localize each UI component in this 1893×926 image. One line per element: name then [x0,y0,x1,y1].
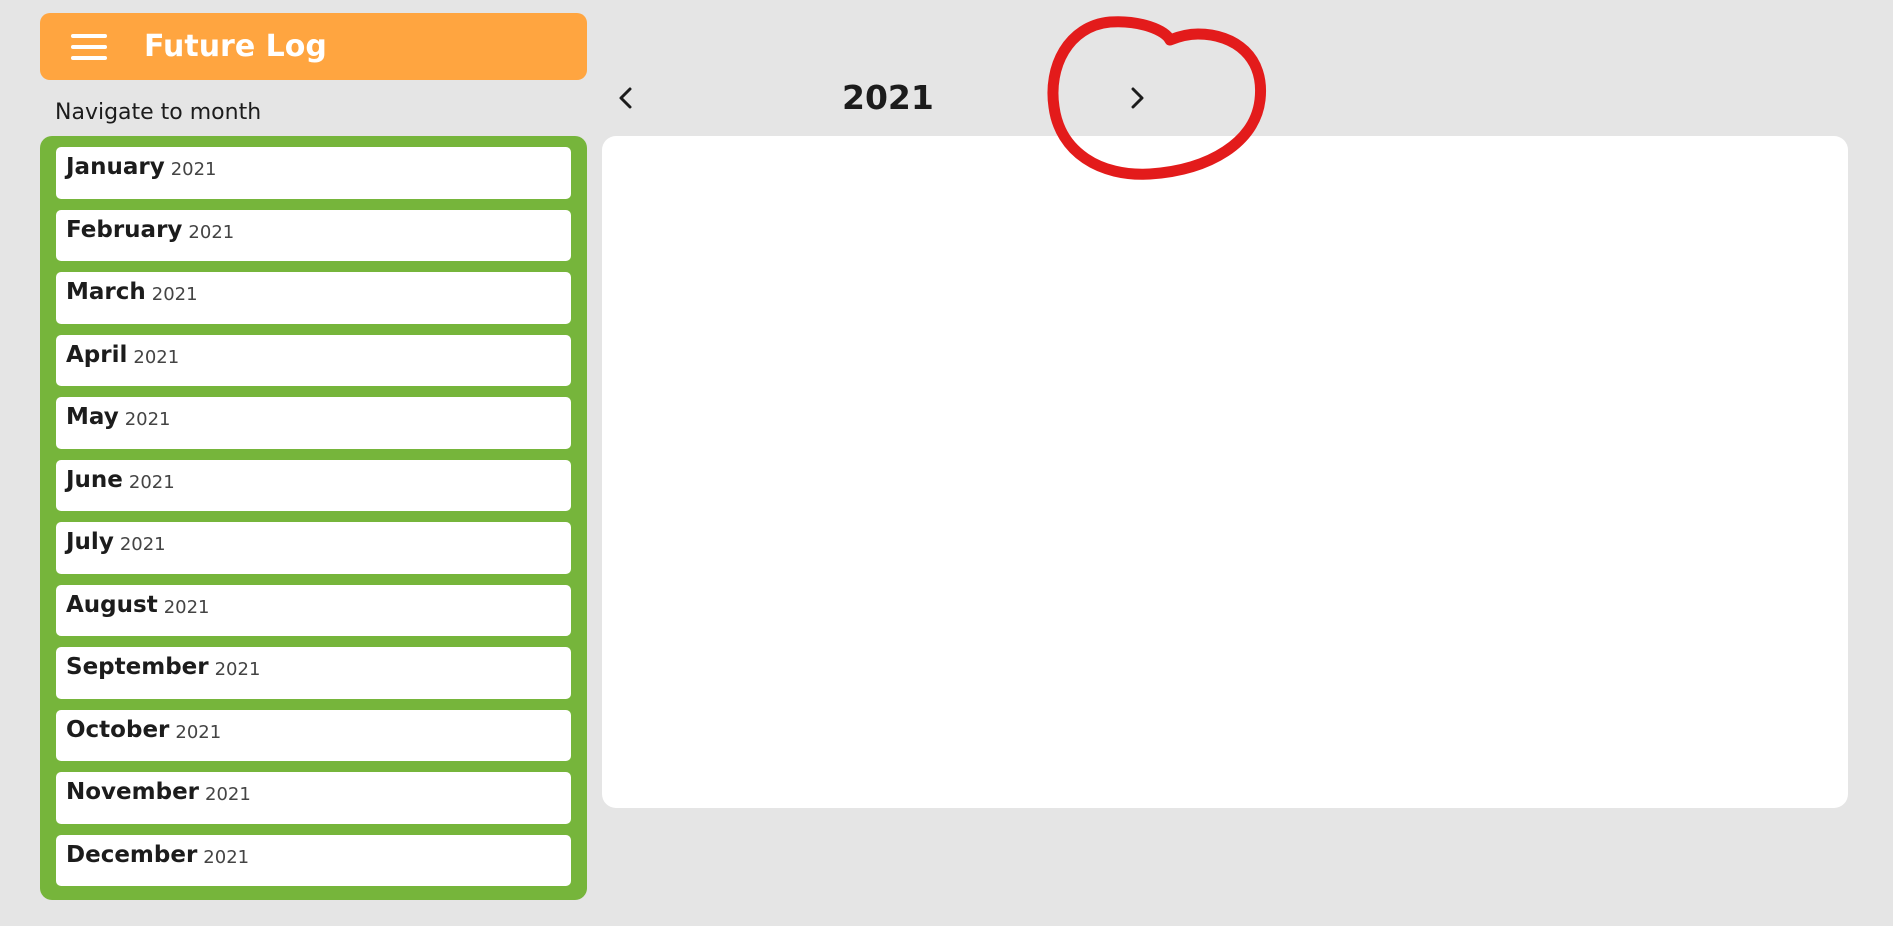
month-name: January [66,154,165,180]
chevron-left-icon[interactable] [610,82,642,114]
month-item-october[interactable]: October 2021 [56,709,571,761]
month-name: June [66,466,123,493]
month-item-july[interactable]: July 2021 [56,522,571,574]
month-year: 2021 [170,159,217,180]
month-name: May [66,404,119,430]
menu-bar [71,34,107,38]
month-content-panel [602,136,1848,808]
month-year: 2021 [119,534,166,555]
month-name: September [66,654,209,680]
chevron-right-icon[interactable] [1121,82,1153,114]
month-item-february[interactable]: February 2021 [56,209,571,261]
page-title: Future Log [144,29,327,64]
menu-bar [71,56,107,60]
menu-bar [71,45,107,49]
month-name: December [66,841,198,868]
month-year: 2021 [214,659,261,680]
month-name: April [66,341,128,368]
month-year: 2021 [203,846,250,868]
month-name: July [66,529,114,555]
month-item-june[interactable]: June 2021 [56,459,571,511]
month-item-november[interactable]: November 2021 [56,772,571,824]
month-name: October [66,716,170,743]
month-item-december[interactable]: December 2021 [56,834,571,886]
month-year: 2021 [124,409,171,430]
hamburger-menu-icon[interactable] [71,32,107,62]
month-name: August [66,591,158,618]
month-item-january[interactable]: January 2021 [56,147,571,199]
month-item-may[interactable]: May 2021 [56,397,571,449]
year-title: 2021 [842,78,934,117]
app-header: Future Log [40,13,587,80]
month-year: 2021 [128,471,175,493]
month-name: November [66,779,200,805]
month-list: January 2021 February 2021 March 2021 Ap… [40,136,587,900]
month-item-september[interactable]: September 2021 [56,647,571,699]
month-item-march[interactable]: March 2021 [56,272,571,324]
month-item-august[interactable]: August 2021 [56,584,571,636]
month-year: 2021 [151,284,198,305]
month-year: 2021 [188,221,235,243]
year-navigation: 2021 [602,72,1150,124]
month-name: March [66,279,146,305]
month-year: 2021 [133,346,180,368]
month-year: 2021 [175,721,222,743]
month-name: February [66,216,183,243]
month-item-april[interactable]: April 2021 [56,334,571,386]
month-year: 2021 [205,784,251,805]
month-year: 2021 [163,596,210,618]
navigate-to-month-label: Navigate to month [55,100,262,125]
